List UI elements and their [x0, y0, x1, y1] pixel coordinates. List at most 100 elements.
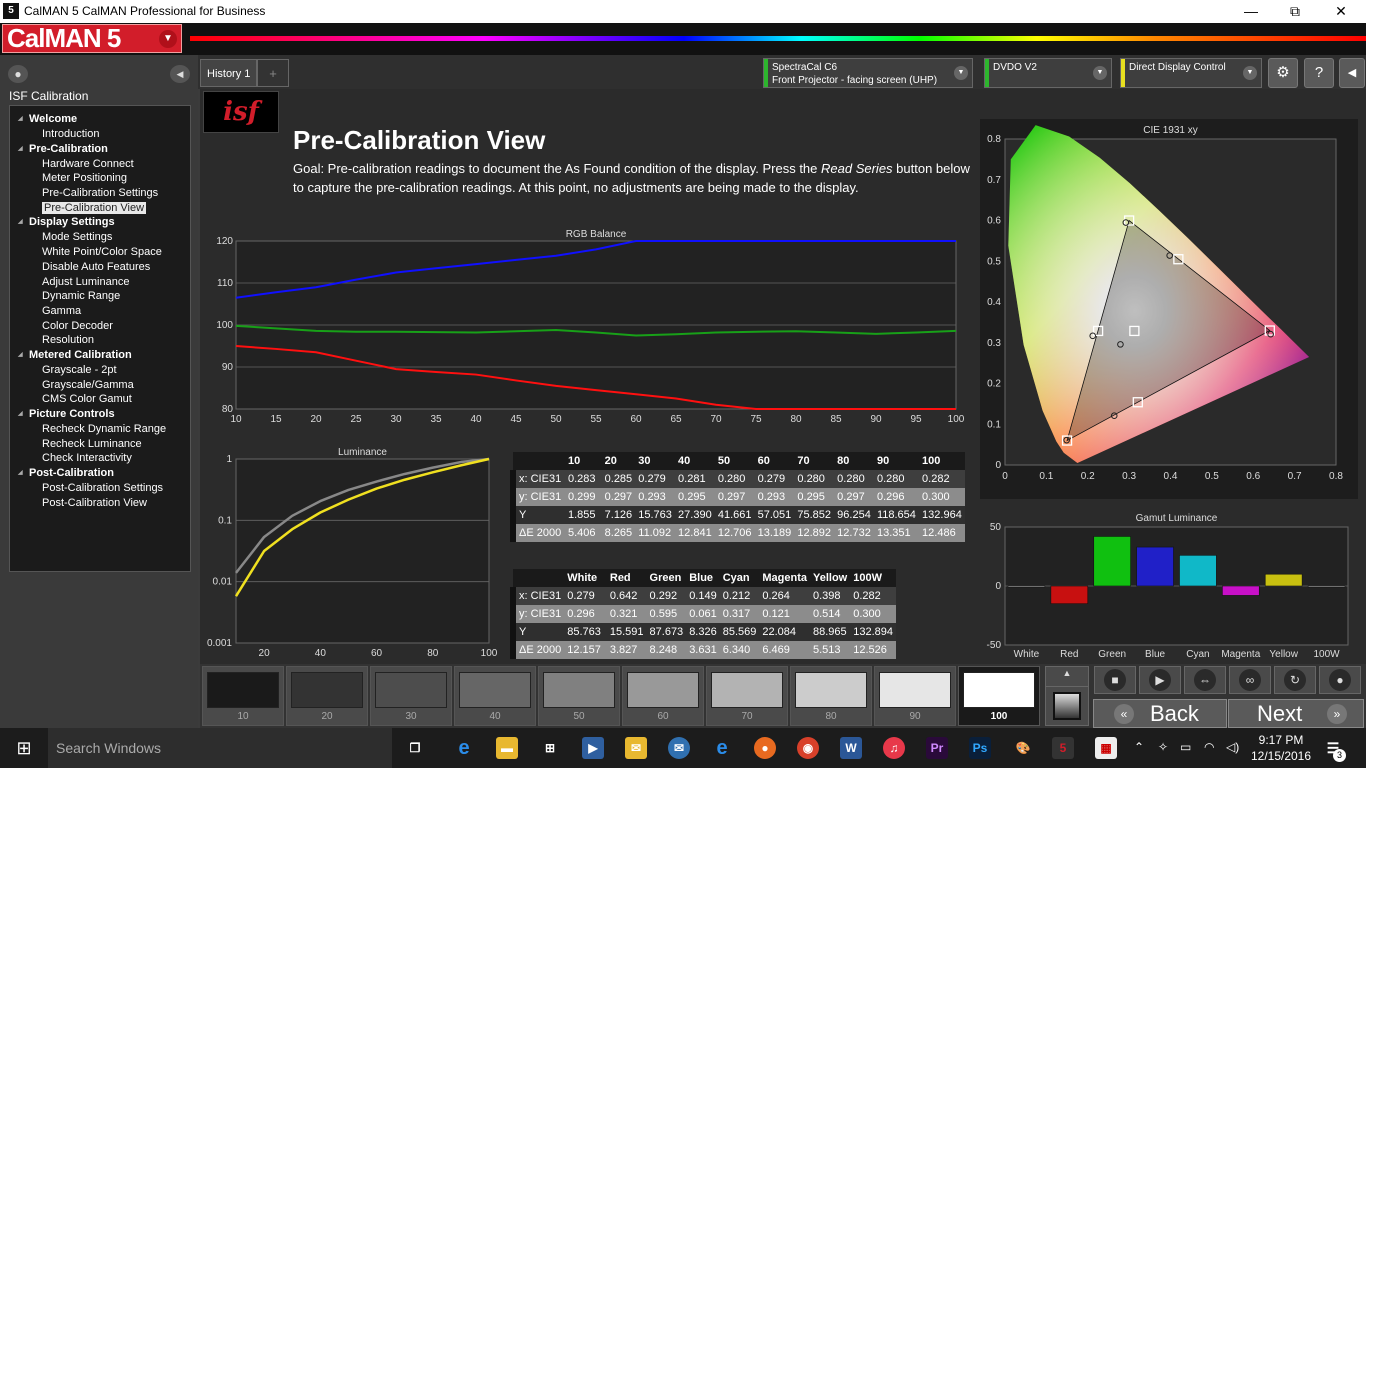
battery-icon[interactable]: ▭ [1180, 740, 1191, 754]
table-cell: 0.280 [714, 470, 755, 488]
source-status-bar [985, 59, 989, 87]
workflow-step[interactable]: Gamma [10, 304, 190, 319]
wifi-icon[interactable]: ◠ [1204, 740, 1214, 754]
search-windows-input[interactable]: Search Windows [48, 728, 392, 768]
patch-swatch[interactable]: 80 [790, 666, 872, 726]
workflow-step[interactable]: Pre-Calibration Settings [10, 186, 190, 201]
meter-status-bar [764, 59, 768, 87]
workflow-step[interactable]: Grayscale/Gamma [10, 378, 190, 393]
workflow-step[interactable]: Recheck Luminance [10, 437, 190, 452]
volume-icon[interactable]: ◁) [1226, 740, 1239, 754]
photoshop-icon[interactable]: Ps [969, 737, 991, 759]
dropbox-icon[interactable]: ✧ [1158, 740, 1168, 754]
task-view-icon[interactable]: ❐ [404, 737, 426, 759]
workflow-step[interactable]: Meter Positioning [10, 171, 190, 186]
workflow-sidebar: ● ◀ ISF Calibration WelcomeIntroduction P… [0, 55, 198, 728]
paint-icon[interactable]: 🎨 [1012, 737, 1034, 759]
meter-selector[interactable]: SpectraCal C6 Front Projector - facing s… [763, 58, 973, 88]
edge-icon[interactable]: e [453, 737, 475, 759]
refresh-icon[interactable]: ↻ [1274, 666, 1316, 694]
chevron-up-icon[interactable]: ⌃ [1134, 740, 1144, 754]
workflow-step-label: Grayscale - 2pt [42, 363, 117, 376]
workflow-step[interactable]: Check Interactivity [10, 451, 190, 466]
patch-swatch[interactable]: 10 [202, 666, 284, 726]
clock[interactable]: 9:17 PM 12/15/2016 [1248, 732, 1314, 764]
x-tick-label: 45 [510, 414, 522, 425]
workflow-step[interactable]: Color Decoder [10, 319, 190, 334]
y-tick-label: 0.01 [213, 577, 233, 588]
windows-start-icon[interactable]: ⊞ [0, 728, 48, 768]
column-header: Blue [686, 569, 720, 587]
popcorn-icon[interactable]: ▦ [1095, 737, 1117, 759]
read-series-icon[interactable]: ⇔ [1184, 666, 1226, 694]
calman-taskbar-icon[interactable]: 5 [1052, 737, 1074, 759]
chrome-icon[interactable]: ◉ [797, 737, 819, 759]
workflow-group[interactable]: Pre-Calibration [10, 142, 190, 157]
record-icon[interactable]: ● [1319, 666, 1361, 694]
patch-swatch[interactable]: 20 [286, 666, 368, 726]
workflow-step[interactable]: Hardware Connect [10, 157, 190, 172]
help-icon[interactable]: ? [1304, 58, 1334, 88]
workflow-step[interactable]: Disable Auto Features [10, 260, 190, 275]
close-button[interactable]: ✕ [1318, 0, 1364, 23]
firefox-icon[interactable]: ● [754, 737, 776, 759]
patch-label: 30 [405, 711, 417, 722]
media-player-icon[interactable]: ▶ [582, 737, 604, 759]
settings-icon[interactable]: ⚙ [1268, 58, 1298, 88]
workflow-step[interactable]: Resolution [10, 333, 190, 348]
store-icon[interactable]: ⊞ [539, 737, 561, 759]
workflow-group[interactable]: Metered Calibration [10, 348, 190, 363]
thunderbird-icon[interactable]: ✉ [668, 737, 690, 759]
workflow-step[interactable]: Mode Settings [10, 230, 190, 245]
source-selector[interactable]: DVDO V2 ▼ [984, 58, 1112, 88]
row-header: x: CIE31 [510, 470, 565, 488]
back-button[interactable]: « Back [1093, 699, 1227, 728]
table-cell: 8.265 [601, 524, 636, 542]
x-tick-label: Magenta [1221, 649, 1260, 660]
patch-swatch[interactable]: 90 [874, 666, 956, 726]
workflow-step[interactable]: Recheck Dynamic Range [10, 422, 190, 437]
patch-swatch[interactable]: 60 [622, 666, 704, 726]
next-button[interactable]: Next » [1228, 699, 1364, 728]
file-explorer-icon[interactable]: ▬ [496, 737, 518, 759]
workflow-options-icon[interactable]: ● [8, 65, 28, 83]
workflow-step[interactable]: Post-Calibration Settings [10, 481, 190, 496]
patch-swatch[interactable]: 70 [706, 666, 788, 726]
itunes-icon[interactable]: ♫ [883, 737, 905, 759]
patch-swatch[interactable]: 30 [370, 666, 452, 726]
restore-button[interactable]: ⧉ [1272, 0, 1318, 23]
patch-label: 90 [909, 711, 921, 722]
workflow-step[interactable]: Grayscale - 2pt [10, 363, 190, 378]
word-icon[interactable]: W [840, 737, 862, 759]
tab-history-1[interactable]: History 1 [200, 59, 258, 87]
workflow-group[interactable]: Picture Controls [10, 407, 190, 422]
workflow-step[interactable]: Post-Calibration View [10, 496, 190, 511]
workflow-group[interactable]: Post-Calibration [10, 466, 190, 481]
workflow-step[interactable]: Adjust Luminance [10, 275, 190, 290]
workflow-step[interactable]: Pre-Calibration View [10, 201, 190, 216]
play-icon[interactable]: ▶ [1139, 666, 1181, 694]
minimize-button[interactable]: — [1228, 0, 1274, 23]
workflow-step[interactable]: White Point/Color Space [10, 245, 190, 260]
patch-swatch[interactable]: 50 [538, 666, 620, 726]
table-cell: 0.299 [565, 488, 602, 506]
mail-icon[interactable]: ✉ [625, 737, 647, 759]
patch-swatch[interactable]: 100 [958, 666, 1040, 726]
patch-swatch[interactable]: 40 [454, 666, 536, 726]
window-pattern-icon[interactable] [1045, 686, 1089, 726]
collapse-panel-icon[interactable]: ◀ [1339, 58, 1365, 88]
calman-logo-menu[interactable]: CalMAN 5 ▼ [2, 24, 182, 53]
workflow-step[interactable]: Introduction [10, 127, 190, 142]
premiere-icon[interactable]: Pr [926, 737, 948, 759]
display-selector[interactable]: Direct Display Control ▼ [1120, 58, 1262, 88]
workflow-step[interactable]: CMS Color Gamut [10, 392, 190, 407]
internet-explorer-icon[interactable]: e [711, 737, 733, 759]
workflow-step[interactable]: Dynamic Range [10, 289, 190, 304]
continuous-icon[interactable]: ∞ [1229, 666, 1271, 694]
workflow-group[interactable]: Welcome [10, 112, 190, 127]
add-tab-button[interactable]: + [257, 59, 289, 87]
collapse-sidebar-icon[interactable]: ◀ [170, 65, 190, 83]
patch-color [711, 672, 783, 708]
stop-icon[interactable]: ■ [1094, 666, 1136, 694]
workflow-group[interactable]: Display Settings [10, 215, 190, 230]
